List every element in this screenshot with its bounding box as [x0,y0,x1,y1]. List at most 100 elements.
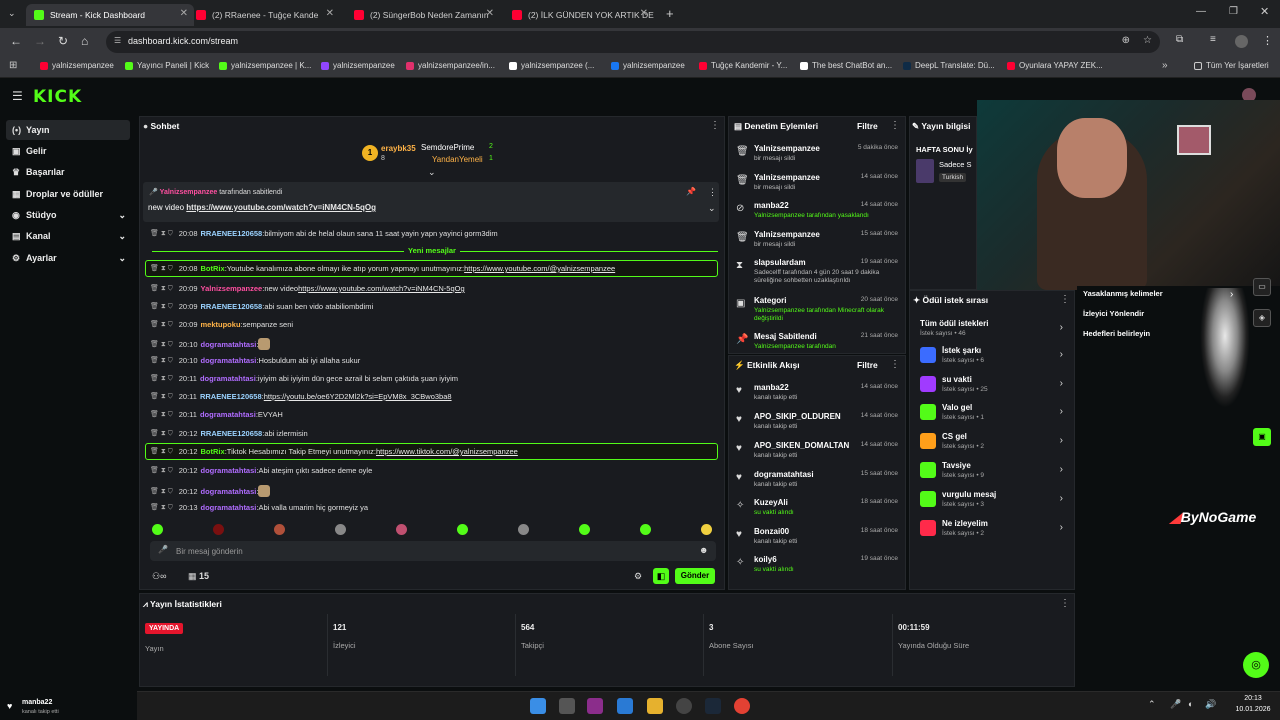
obs-icon[interactable] [676,698,692,714]
forward-arrow-icon[interactable]: → [34,34,46,48]
extensions-icon[interactable]: ⧉ [1176,34,1183,45]
activity-row[interactable]: ♥ Bonzai00 kanalı takip etti 18 saat önce [734,527,902,553]
emote-icon[interactable] [152,524,163,535]
pinned-link[interactable]: https://www.youtube.com/watch?v=iNM4CN-5… [186,203,376,212]
message-username[interactable]: BotRix [201,447,225,456]
message-username[interactable]: dogramatahtasi [201,503,257,512]
moderation-actor[interactable]: manba22 [754,201,789,210]
emote-icon[interactable] [396,524,407,535]
message-username[interactable]: dogramatahtasi [201,487,257,496]
emote-icon[interactable] [518,524,529,535]
activity-user[interactable]: KuzeyAli [754,498,788,507]
chat-message[interactable]: 🗑 ⧗ ⛉ 20:11 dogramatahtasi: iyiyim abi iyi… [150,374,458,383]
activity-user[interactable]: manba22 [754,383,789,392]
mod-actions-icon[interactable]: 🗑 ⧗ ⛉ [150,320,173,329]
sidebar-item[interactable]: ▦ Droplar ve ödüller [6,184,130,204]
sidebar-item[interactable]: ⚙ Ayarlar ⌄ [6,248,130,268]
mod-actions-icon[interactable]: 🗑 ⧗ ⛉ [150,264,173,273]
apps-grid-icon[interactable]: ⊞ [9,60,17,71]
activity-row[interactable]: ✧ KuzeyAli su vakti alındı 18 saat önce [734,498,902,524]
bookmark-item[interactable]: yalnizsempanzee [40,61,114,70]
more-bookmarks-icon[interactable]: » [1162,60,1168,71]
mod-actions-icon[interactable]: 🗑 ⧗ ⛉ [150,284,173,293]
activity-user[interactable]: APO_SIKIP_OLDUREN [754,412,841,421]
clock-time[interactable]: 20:13 [1233,695,1273,702]
chat-message[interactable]: 🗑 ⧗ ⛉ 20:09 Yalnizsempanzee: new video htt… [150,284,465,293]
browser-tab[interactable]: Stream - Kick Dashboard ✕ [26,4,194,26]
help-chat-icon[interactable]: ◎ [1243,652,1269,678]
message-username[interactable]: Yalnizsempanzee [201,284,263,293]
message-username[interactable]: dogramatahtasi [200,374,256,383]
activity-menu-icon[interactable]: ⋮ [890,359,900,370]
reward-row[interactable]: CS gel İstek sayısı • 2 › [918,431,1063,455]
unpin-icon[interactable]: 📌 [686,187,696,196]
taskbar-app-icon[interactable] [587,698,603,714]
leader-name[interactable]: eraybk35 [381,144,416,153]
message-link[interactable]: https://www.tiktok.com/@yalnizsempanzee [376,447,518,456]
chat-message[interactable]: 🗑 ⧗ ⛉ 20:11 RRAENEE120658: https://youtu.b… [150,392,452,401]
back-arrow-icon[interactable]: ← [10,34,22,48]
message-link[interactable]: https://www.youtube.com/watch?v=iNM4CN-5… [298,284,465,293]
sidebar-item[interactable]: (•) Yayın [6,120,130,140]
all-rewards-row[interactable]: Tüm ödül istekleri İstek sayısı • 46 › [918,318,1063,342]
reward-row[interactable]: vurgulu mesaj İstek sayısı • 3 › [918,489,1063,513]
moderation-menu-icon[interactable]: ⋮ [890,120,900,131]
quick-link[interactable]: İzleyici Yönlendir [1083,309,1144,318]
activity-row[interactable]: ✧ koily6 su vakti alındı 19 saat önce [734,555,902,581]
bookmark-item[interactable]: Yayıncı Paneli | Kick [125,61,209,70]
activity-row[interactable]: ♥ APO_SIKIP_OLDUREN kanalı takip etti 14 sa… [734,412,902,438]
chat-settings-gear-icon[interactable]: ⚙ [634,571,642,582]
bookmark-star-icon[interactable]: ☆ [1143,35,1152,46]
emote-icon[interactable] [640,524,651,535]
emote-icon[interactable] [701,524,712,535]
reward-row[interactable]: Valo gel İstek sayısı • 1 › [918,402,1063,426]
chat-message[interactable]: 🗑 ⧗ ⛉ 20:13 dogramatahtasi: Abi valla umar… [150,503,368,512]
window-close-icon[interactable]: ✕ [1260,5,1269,18]
file-explorer-icon[interactable] [647,698,663,714]
emote-icon[interactable] [579,524,590,535]
bookmark-item[interactable]: yalnizsempanzee [611,61,685,70]
mod-actions-icon[interactable]: 🗑 ⧗ ⛉ [150,356,173,365]
message-link[interactable]: https://youtu.be/oe6Y2D2Ml2k?si=EpVM8x_3… [264,392,452,401]
send-button[interactable]: Gönder [675,568,715,584]
bookmark-item[interactable]: yalnizsempanzee/in... [406,61,495,70]
message-username[interactable]: RRAENEE120658 [201,429,263,438]
chat-message[interactable]: 🗑 ⧗ ⛉ 20:10 dogramatahtasi: Hosbuldum abi … [150,356,360,365]
site-info-icon[interactable]: ☰ [114,36,121,45]
reload-icon[interactable]: ↻ [58,34,68,48]
chat-menu-icon[interactable]: ⋮ [710,120,720,131]
tab-close-icon[interactable]: ✕ [486,8,494,19]
message-username[interactable]: dogramatahtasi [201,356,257,365]
reward-row[interactable]: Tavsiye İstek sayısı • 9 › [918,460,1063,484]
profile-avatar[interactable] [1235,35,1248,48]
sidebar-item[interactable]: ♛ Başarılar [6,162,130,182]
message-username[interactable]: dogramatahtasi [200,410,256,419]
mod-actions-icon[interactable]: 🗑 ⧗ ⛉ [150,466,173,475]
moderation-row[interactable]: 🗑 Yalnizsempanzee bir mesajı sildi 5 dakika… [734,144,902,170]
moderation-actor[interactable]: Yalnizsempanzee [754,173,820,182]
sidebar-item[interactable]: ▣ Gelir [6,141,130,161]
start-windows-icon[interactable] [530,698,546,714]
bot-icon[interactable]: ◧ [653,568,669,584]
bookmark-item[interactable]: Tuğçe Kandemir - Y... [699,61,787,70]
mod-actions-icon[interactable]: 🗑 ⧗ ⛉ [150,229,173,238]
mod-actions-icon[interactable]: 🗑 ⧗ ⛉ [150,392,173,401]
moderation-actor[interactable]: slapsulardam [754,258,806,267]
activity-user[interactable]: koily6 [754,555,777,564]
chat-message[interactable]: 🗑 ⧗ ⛉ 20:08 RRAENEE120658: bilmiyom abi de… [150,229,498,238]
expand-leaderboard-icon[interactable]: ⌄ [428,167,436,178]
new-tab-plus-icon[interactable]: + [666,6,674,21]
bookmark-item[interactable]: yalnizsempanzee (... [509,61,594,70]
activity-user[interactable]: Bonzai00 [754,527,789,536]
side-tool-icon[interactable]: ▣ [1253,428,1271,446]
moderation-row[interactable]: 🗑 Yalnizsempanzee bir mesajı sildi 14 saat … [734,173,902,199]
home-icon[interactable]: ⌂ [81,34,88,48]
chat-message[interactable]: 🗑 ⧗ ⛉ 20:12 RRAENEE120658: abi izlermisin [150,429,308,438]
rewards-menu-icon[interactable]: ⋮ [1060,294,1070,305]
mod-actions-icon[interactable]: 🗑 ⧗ ⛉ [150,302,173,311]
reward-row[interactable]: Ne izleyelim İstek sayısı • 2 › [918,518,1063,542]
task-view-icon[interactable] [559,698,575,714]
browser-tab[interactable]: (2) İLK GÜNDEN YOK ARTIK DE ✕ [504,4,654,26]
sidebar-item[interactable]: ▤ Kanal ⌄ [6,226,130,246]
bookmark-item[interactable]: The best ChatBot an... [800,61,892,70]
